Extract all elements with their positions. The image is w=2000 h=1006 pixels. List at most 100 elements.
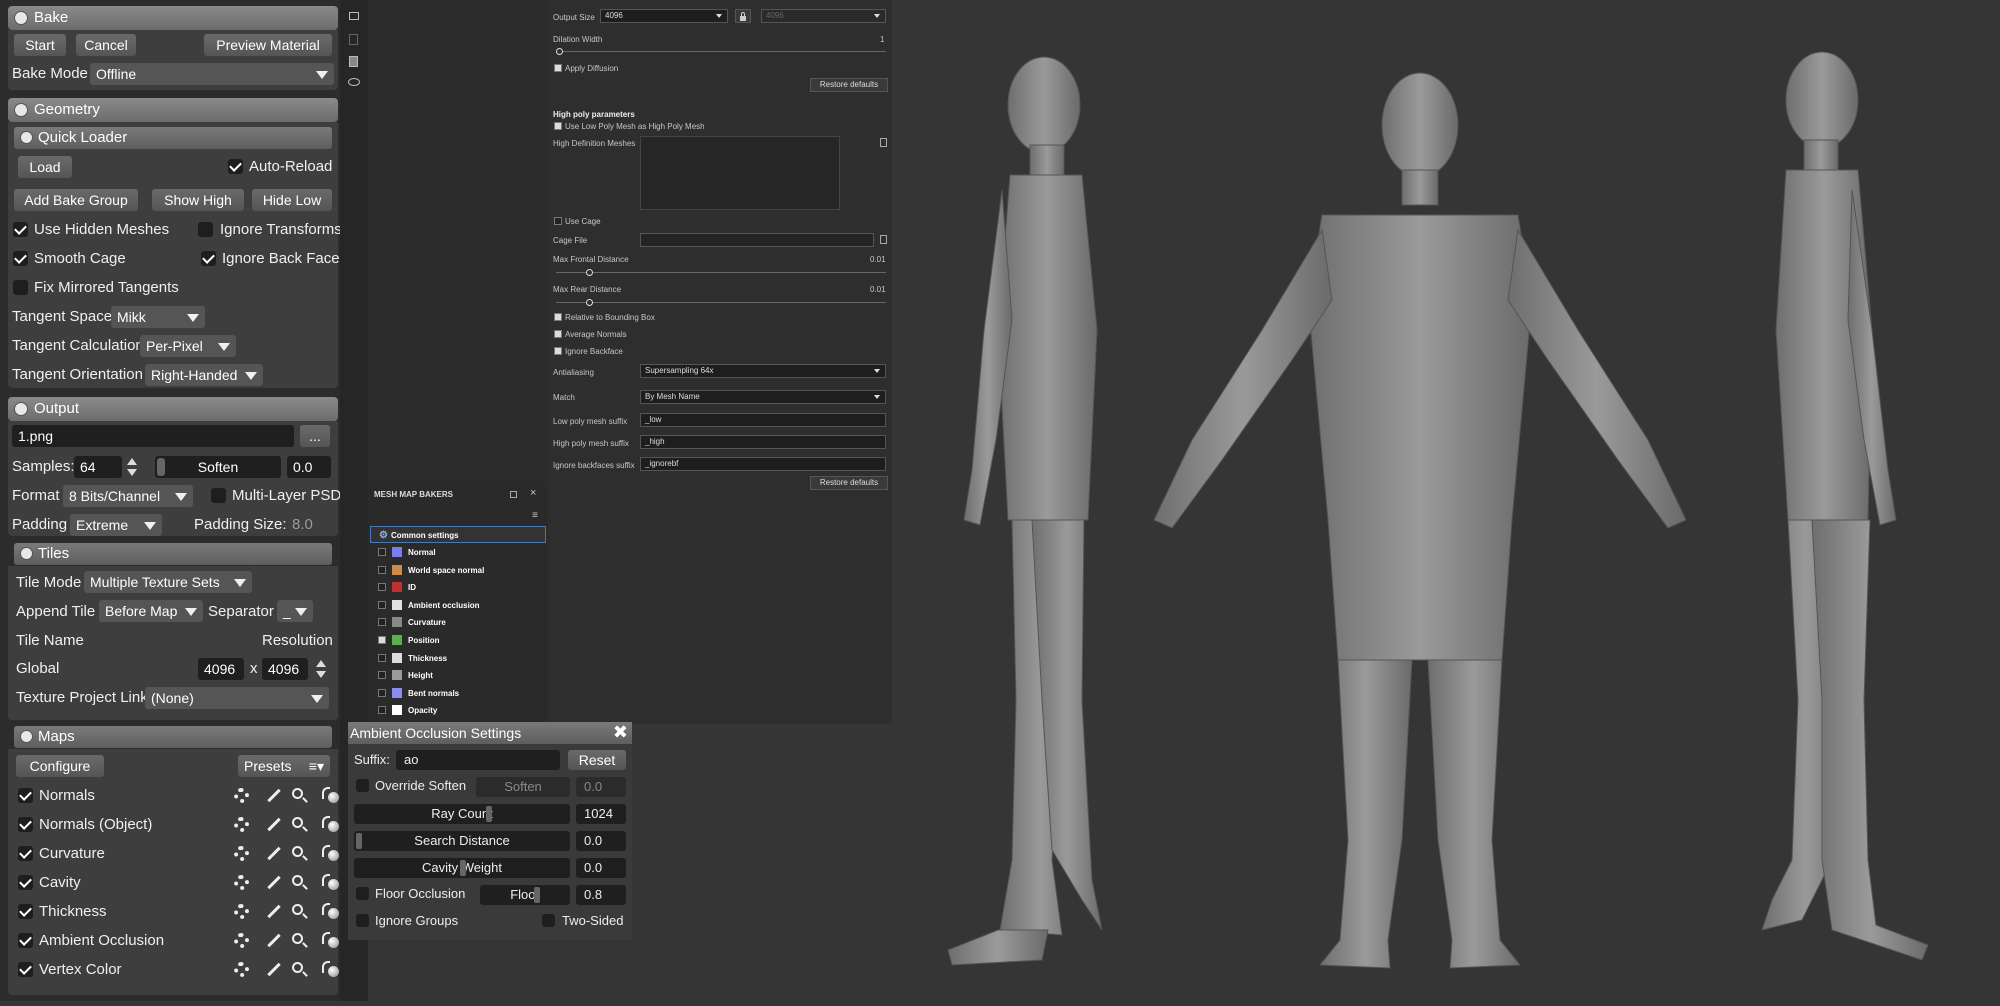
tiles-header[interactable]: Tiles [14, 543, 332, 565]
baker-row[interactable]: Position [370, 632, 546, 649]
configure-button[interactable]: Configure [16, 755, 104, 777]
map-checkbox[interactable] [18, 875, 33, 890]
ray-count-handle[interactable] [486, 806, 492, 822]
material-ball-icon[interactable] [328, 966, 339, 977]
gear-icon[interactable] [234, 904, 249, 919]
relative-bbox-checkbox[interactable] [554, 313, 562, 321]
tangent-calculation-select[interactable]: Per-Pixel [140, 335, 236, 357]
padding-size-value[interactable]: 8.0 [292, 516, 313, 533]
camera-icon[interactable] [348, 78, 360, 86]
soften-slider-handle[interactable] [157, 458, 165, 476]
average-normals-checkbox[interactable] [554, 330, 562, 338]
geometry-header[interactable]: Geometry [8, 98, 338, 122]
gear-icon[interactable] [234, 875, 249, 890]
common-settings-row[interactable]: ⚙ Common settings [370, 526, 546, 543]
soften-slider[interactable]: Soften [155, 456, 281, 478]
pencil-icon[interactable] [267, 817, 281, 832]
use-cage-checkbox[interactable] [554, 217, 562, 225]
soften-value[interactable]: 0.0 [287, 456, 331, 478]
material-ball-icon[interactable] [328, 908, 339, 919]
close-icon[interactable]: ✖ [613, 721, 628, 743]
start-button[interactable]: Start [14, 34, 66, 56]
texture-project-link-select[interactable]: (None) [145, 687, 329, 709]
append-tile-select[interactable]: Before Map [99, 600, 203, 622]
browse-button[interactable]: ... [300, 425, 330, 447]
search-icon[interactable] [292, 788, 303, 799]
baker-row[interactable]: ID [370, 579, 546, 596]
baker-checkbox[interactable] [378, 618, 386, 627]
ray-count-value[interactable]: 1024 [576, 804, 626, 824]
add-bake-group-button[interactable]: Add Bake Group [14, 189, 138, 211]
high-suffix-field[interactable]: _high [640, 435, 886, 449]
use-hidden-meshes-checkbox[interactable] [13, 222, 28, 237]
max-frontal-knob[interactable] [586, 269, 593, 276]
bake-header[interactable]: Bake [8, 6, 338, 30]
ray-count-slider[interactable]: Ray Count [354, 804, 570, 824]
search-icon[interactable] [292, 875, 303, 886]
format-select[interactable]: 8 Bits/Channel [63, 485, 193, 507]
smooth-cage-checkbox[interactable] [13, 251, 28, 266]
gear-icon[interactable] [234, 846, 249, 861]
apply-diffusion-checkbox[interactable] [554, 64, 562, 72]
baker-checkbox[interactable] [378, 583, 386, 592]
max-rear-knob[interactable] [586, 299, 593, 306]
resolution-stepper[interactable] [316, 660, 326, 678]
cancel-button[interactable]: Cancel [76, 34, 136, 56]
material-ball-icon[interactable] [328, 879, 339, 890]
map-checkbox[interactable] [18, 817, 33, 832]
cavity-weight-value[interactable]: 0.0 [576, 858, 626, 878]
resolution-height-field[interactable]: 4096 [262, 658, 308, 680]
tangent-space-select[interactable]: Mikk [111, 306, 205, 328]
pencil-icon[interactable] [267, 875, 281, 890]
baker-row[interactable]: Curvature [370, 614, 546, 631]
baker-checkbox[interactable] [378, 653, 386, 662]
baker-checkbox[interactable] [378, 565, 386, 574]
preview-material-button[interactable]: Preview Material [204, 34, 332, 56]
baker-row[interactable]: Height [370, 667, 546, 684]
search-icon[interactable] [292, 933, 303, 944]
baker-row[interactable]: Ambient occlusion [370, 597, 546, 614]
gear-icon[interactable] [234, 788, 249, 803]
baker-checkbox[interactable] [378, 548, 386, 556]
search-icon[interactable] [292, 846, 303, 857]
gear-icon[interactable] [234, 817, 249, 832]
cage-file-field[interactable] [640, 233, 874, 247]
two-sided-checkbox[interactable] [542, 914, 555, 927]
search-icon[interactable] [292, 962, 303, 973]
3d-viewport[interactable] [892, 0, 2000, 1001]
quick-loader-header[interactable]: Quick Loader [14, 127, 332, 149]
ignore-suffix-field[interactable]: _ignorebf [640, 457, 886, 471]
baker-checkbox[interactable] [378, 636, 386, 644]
multilayer-psd-checkbox[interactable] [211, 488, 226, 503]
pencil-icon[interactable] [267, 962, 281, 977]
list-menu-icon[interactable]: ≡ [532, 510, 538, 521]
document-icon[interactable] [349, 34, 358, 45]
pencil-icon[interactable] [267, 904, 281, 919]
floor-slider[interactable]: Floor [480, 885, 570, 905]
map-checkbox[interactable] [18, 788, 33, 803]
antialiasing-select[interactable]: Supersampling 64x [640, 364, 886, 378]
fix-mirrored-tangents-checkbox[interactable] [13, 280, 28, 295]
ignore-back-faces-checkbox[interactable] [201, 251, 216, 266]
show-high-button[interactable]: Show High [152, 189, 244, 211]
search-icon[interactable] [292, 817, 303, 828]
baker-checkbox[interactable] [378, 600, 386, 609]
floor-occlusion-checkbox[interactable] [356, 887, 369, 900]
material-ball-icon[interactable] [328, 821, 339, 832]
load-button[interactable]: Load [18, 156, 72, 178]
search-distance-value[interactable]: 0.0 [576, 831, 626, 851]
low-suffix-field[interactable]: _low [640, 413, 886, 427]
gear-icon[interactable] [234, 933, 249, 948]
max-rear-slider[interactable] [556, 302, 886, 303]
override-soften-checkbox[interactable] [356, 779, 369, 792]
padding-select[interactable]: Extreme [70, 514, 162, 536]
reset-button[interactable]: Reset [568, 750, 626, 770]
tangent-orientation-select[interactable]: Right-Handed [145, 364, 263, 386]
max-frontal-slider[interactable] [556, 272, 886, 273]
output-header[interactable]: Output [8, 397, 338, 421]
tile-mode-select[interactable]: Multiple Texture Sets [84, 571, 252, 593]
material-ball-icon[interactable] [328, 937, 339, 948]
restore-defaults-button-2[interactable]: Restore defaults [810, 476, 888, 490]
baker-checkbox[interactable] [378, 688, 386, 697]
file-icon[interactable] [349, 56, 358, 67]
